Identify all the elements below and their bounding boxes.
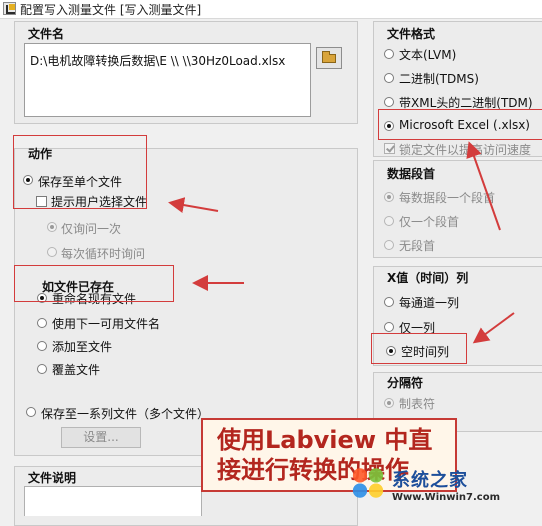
callout-line-1: 使用Labview 中直	[217, 426, 433, 454]
lock-file-checkbox[interactable]	[384, 143, 395, 154]
format-tdm-radio[interactable]	[384, 97, 394, 107]
lock-file-label: 锁定文件以提高访问速度	[399, 143, 532, 157]
ask-once-label: 仅询问一次	[61, 222, 122, 236]
format-tdms-radio[interactable]	[384, 73, 394, 83]
annotation-box-empty-time	[371, 333, 467, 364]
windows-logo-icon	[348, 464, 388, 502]
annotation-box-action	[13, 135, 147, 209]
append-to-file-radio[interactable]	[37, 341, 47, 351]
file-path-text: D:\电机故障转换后数据\E \\ \\30Hz0Load.xlsx	[30, 54, 286, 68]
labview-app-icon	[3, 2, 16, 15]
append-to-file-label: 添加至文件	[52, 340, 113, 354]
save-series-radio[interactable]	[26, 407, 36, 417]
file-path-input[interactable]: D:\电机故障转换后数据\E \\ \\30Hz0Load.xlsx	[24, 43, 311, 117]
format-lvm-label: 文本(LVM)	[399, 48, 457, 62]
file-format-label: 文件格式	[387, 27, 436, 41]
use-next-filename-radio[interactable]	[37, 318, 47, 328]
segment-none-label: 无段首	[399, 239, 436, 253]
segment-one-only-radio[interactable]	[384, 216, 394, 226]
file-name-label: 文件名	[28, 27, 65, 41]
segment-none-radio[interactable]	[384, 240, 394, 250]
x-value-label: X值（时间）列	[387, 271, 469, 285]
x-one-column-radio[interactable]	[384, 322, 394, 332]
browse-button[interactable]	[316, 47, 342, 69]
file-description-textbox[interactable]	[24, 486, 202, 516]
separator-tab-radio[interactable]	[384, 398, 394, 408]
format-lvm-radio[interactable]	[384, 49, 394, 59]
annotation-box-if-exists	[14, 265, 174, 302]
file-description-label: 文件说明	[28, 471, 77, 485]
x-one-per-channel-radio[interactable]	[384, 297, 394, 307]
segment-per-data-radio[interactable]	[384, 192, 394, 202]
ask-once-radio[interactable]	[47, 222, 57, 232]
ask-each-loop-label: 每次循环时询问	[61, 247, 146, 261]
segment-per-data-label: 每数据段一个段首	[399, 191, 496, 205]
ask-each-loop-radio[interactable]	[47, 247, 57, 257]
use-next-filename-label: 使用下一可用文件名	[52, 317, 161, 331]
folder-icon	[322, 51, 336, 63]
title-bar: 配置写入测量文件 [写入测量文件]	[0, 0, 542, 19]
data-segment-label: 数据段首	[387, 167, 436, 181]
watermark-url: Www.Winwin7.com	[392, 492, 501, 503]
window-title: 配置写入测量文件 [写入测量文件]	[20, 3, 202, 17]
settings-button-label: 设置...	[83, 430, 119, 444]
annotation-box-excel	[378, 109, 542, 140]
segment-one-only-label: 仅一个段首	[399, 215, 460, 229]
watermark: 系统之家 Www.Winwin7.com	[346, 462, 542, 516]
separator-label: 分隔符	[387, 376, 424, 390]
watermark-brand: 系统之家	[392, 470, 468, 491]
save-series-label: 保存至一系列文件（多个文件）	[41, 407, 210, 421]
format-tdms-label: 二进制(TDMS)	[399, 72, 479, 86]
overwrite-file-radio[interactable]	[37, 364, 47, 374]
settings-button[interactable]: 设置...	[61, 427, 141, 448]
separator-tab-label: 制表符	[399, 397, 436, 411]
overwrite-file-label: 覆盖文件	[52, 363, 101, 377]
x-one-per-channel-label: 每通道一列	[399, 296, 460, 310]
